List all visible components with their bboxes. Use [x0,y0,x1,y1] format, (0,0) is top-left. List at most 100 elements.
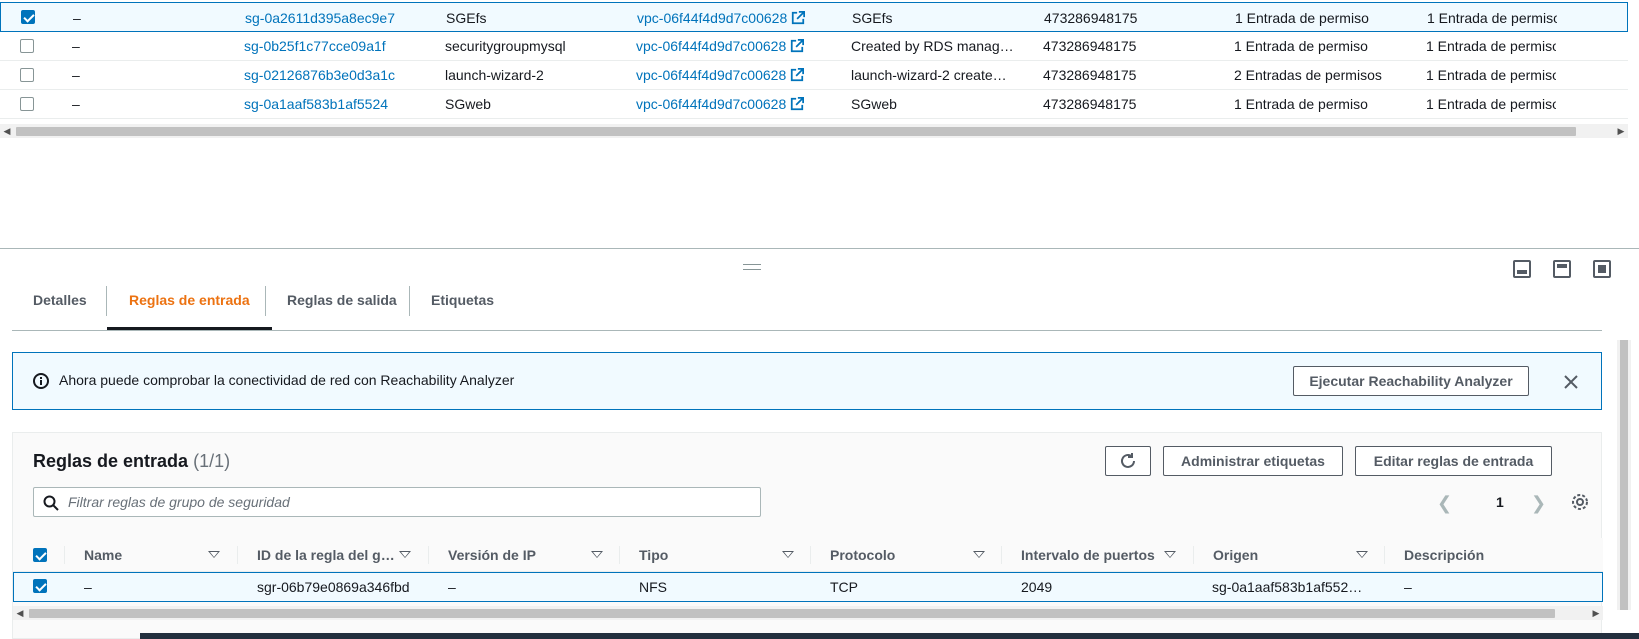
sg-outbound-count: 1 Entrada de permiso [1426,96,1556,112]
scrollbar-thumb[interactable] [29,609,1555,618]
table-row[interactable]: – sgr-06b79e0869a346fbd – NFS TCP 2049 s… [13,572,1603,602]
manage-tags-button[interactable]: Administrar etiquetas [1163,446,1343,476]
resize-handle-icon[interactable] [743,264,761,270]
sg-id-link[interactable]: sg-0a2611d395a8ec9e7 [245,3,395,33]
sg-owner: 473286948175 [1043,67,1137,83]
reachability-info-alert: Ahora puede comprobar la conectividad de… [12,352,1602,410]
tab-divider [409,286,410,316]
tab-tags[interactable]: Etiquetas [431,284,494,330]
scroll-right-arrow-icon[interactable]: ▶ [1589,606,1603,620]
sg-inbound-count: 1 Entrada de permiso [1234,96,1368,112]
scrollbar-thumb[interactable] [16,127,1576,136]
vpc-link[interactable]: vpc-06f44f4d9d7c00628 [636,89,805,119]
previous-page-icon[interactable]: ❮ [1437,493,1452,514]
sort-icon[interactable] [1356,551,1368,558]
run-reachability-analyzer-button[interactable]: Ejecutar Reachability Analyzer [1293,366,1529,396]
scroll-left-arrow-icon[interactable]: ◀ [0,124,14,138]
column-divider [1193,546,1194,564]
row-checkbox[interactable] [33,579,47,593]
sg-name: – [72,96,80,112]
bottom-bar [140,633,1639,639]
external-link-icon [792,11,806,25]
sg-name: – [72,67,80,83]
external-link-icon [791,97,805,111]
external-link-icon [791,39,805,53]
column-header-description[interactable]: Descripción [1404,538,1484,572]
rule-type: NFS [639,579,667,595]
rule-port-range: 2049 [1021,579,1053,595]
split-panel-divider [0,248,1639,249]
column-header-protocol[interactable]: Protocolo [830,538,895,572]
scroll-left-arrow-icon[interactable]: ◀ [13,606,27,620]
security-groups-table: – sg-0a2611d395a8ec9e7 SGEfs vpc-06f44f4… [0,0,1639,138]
table-row[interactable]: – sg-0a2611d395a8ec9e7 SGEfs vpc-06f44f4… [0,2,1628,32]
row-checkbox[interactable] [20,68,34,82]
filter-input-wrapper [33,487,761,517]
row-checkbox[interactable] [20,39,34,53]
column-header-rule-id[interactable]: ID de la regla del g… [257,538,395,572]
horizontal-scrollbar[interactable]: ◀ ▶ [0,124,1628,138]
close-icon[interactable] [1561,372,1581,392]
refresh-icon [1121,453,1135,468]
table-row[interactable]: – sg-0a1aaf583b1af5524 SGweb vpc-06f44f4… [0,89,1628,119]
scrollbar-thumb[interactable] [1620,340,1628,610]
edit-inbound-rules-button[interactable]: Editar reglas de entrada [1355,446,1552,476]
sg-outbound-count: 1 Entrada de permiso [1427,10,1557,26]
sg-inbound-count: 1 Entrada de permiso [1234,38,1368,54]
column-header-name[interactable]: Name [84,538,122,572]
refresh-button[interactable] [1105,446,1151,476]
panel-side-icon[interactable] [1553,260,1571,278]
table-row[interactable]: – sg-02126876b3e0d3a1c launch-wizard-2 v… [0,60,1628,90]
sg-id-link[interactable]: sg-02126876b3e0d3a1c [244,60,395,90]
sg-outbound-count: 1 Entrada de permiso [1426,38,1556,54]
horizontal-scrollbar[interactable]: ◀ ▶ [13,606,1603,620]
rule-id: sgr-06b79e0869a346fbd [257,579,410,595]
rule-ip-version: – [448,579,456,595]
table-row[interactable]: – sg-0b25f1c77cce09a1f securitygroupmysq… [0,31,1628,61]
panel-bottom-icon[interactable] [1513,260,1531,278]
sg-inbound-count: 1 Entrada de permiso [1235,10,1369,26]
sg-group-name: launch-wizard-2 [445,67,544,83]
vpc-link[interactable]: vpc-06f44f4d9d7c00628 [637,3,806,33]
column-header-type[interactable]: Tipo [639,538,668,572]
gear-icon[interactable] [1570,492,1590,512]
sg-description: SGweb [851,96,897,112]
sort-icon[interactable] [208,551,220,558]
sort-icon[interactable] [782,551,794,558]
rule-source: sg-0a1aaf583b1af552… [1212,579,1363,595]
column-divider [237,546,238,564]
column-header-ip-version[interactable]: Versión de IP [448,538,536,572]
inbound-rules-container: Reglas de entrada (1/1) Administrar etiq… [12,432,1603,639]
select-all-checkbox[interactable] [33,548,47,562]
column-header-source[interactable]: Origen [1213,538,1258,572]
tab-outbound-rules[interactable]: Reglas de salida [287,284,397,330]
info-icon [33,373,49,389]
sort-icon[interactable] [591,551,603,558]
search-input[interactable] [68,488,748,516]
page-number[interactable]: 1 [1496,494,1504,510]
row-checkbox[interactable] [20,97,34,111]
sg-id-link[interactable]: sg-0b25f1c77cce09a1f [244,31,386,61]
column-header-port-range[interactable]: Intervalo de puertos [1021,538,1155,572]
tab-details[interactable]: Detalles [33,284,87,330]
alert-message: Ahora puede comprobar la conectividad de… [59,372,515,388]
scroll-right-arrow-icon[interactable]: ▶ [1614,124,1628,138]
tab-inbound-rules[interactable]: Reglas de entrada [107,284,272,330]
sort-icon[interactable] [973,551,985,558]
section-title: Reglas de entrada [33,451,189,471]
rule-name: – [84,579,92,595]
sort-icon[interactable] [1164,551,1176,558]
vpc-link[interactable]: vpc-06f44f4d9d7c00628 [636,31,805,61]
vpc-link[interactable]: vpc-06f44f4d9d7c00628 [636,60,805,90]
sg-description: Created by RDS manag… [851,38,1014,54]
row-checkbox[interactable] [21,10,35,24]
panel-fullscreen-icon[interactable] [1593,260,1611,278]
column-divider [64,546,65,564]
search-icon [43,495,59,511]
sg-outbound-count: 1 Entrada de permiso [1426,67,1556,83]
sort-icon[interactable] [399,551,411,558]
next-page-icon[interactable]: ❯ [1531,493,1546,514]
sg-id-link[interactable]: sg-0a1aaf583b1af5524 [244,89,388,119]
vertical-scrollbar[interactable] [1617,340,1631,610]
rules-count: (1/1) [193,451,231,471]
